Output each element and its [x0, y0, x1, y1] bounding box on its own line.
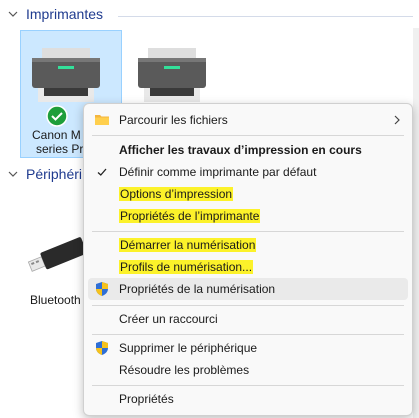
section-divider [118, 16, 413, 17]
chevron-right-icon [392, 113, 402, 127]
menu-item-label: Propriétés de la numérisation [119, 282, 276, 296]
menu-item-troubleshoot[interactable]: Résoudre les problèmes [88, 359, 408, 381]
shield-icon [94, 281, 110, 297]
device-label: Bluetooth [30, 293, 81, 307]
scroll-track[interactable] [413, 28, 419, 418]
menu-item-set-default-printer[interactable]: Définir comme imprimante par défaut [88, 161, 408, 183]
menu-separator [92, 305, 404, 306]
printer-icon[interactable] [136, 48, 208, 108]
menu-item-label: Résoudre les problèmes [119, 363, 250, 377]
menu-item-label: Définir comme imprimante par défaut [119, 165, 317, 179]
menu-item-scan-profiles[interactable]: Profils de numérisation... [88, 256, 408, 278]
menu-item-show-print-jobs[interactable]: Afficher les travaux d’impression en cou… [88, 139, 408, 161]
menu-item-label: Parcourir les fichiers [119, 113, 228, 127]
section-printers-header[interactable]: Imprimantes [0, 4, 103, 24]
menu-item-properties[interactable]: Propriétés [88, 388, 408, 410]
menu-separator [92, 135, 404, 136]
menu-item-label: Options d’impression [119, 187, 234, 201]
menu-separator [92, 231, 404, 232]
menu-item-label: Propriétés [119, 392, 174, 406]
device-label: Canon M [32, 128, 81, 142]
menu-item-label: Supprimer le périphérique [119, 341, 258, 355]
checkmark-badge-icon [46, 105, 68, 127]
chevron-down-icon[interactable] [6, 7, 20, 21]
device-label: series Pr [36, 142, 84, 156]
menu-item-label: Créer un raccourci [119, 312, 218, 326]
shield-icon [94, 340, 110, 356]
checkmark-icon [94, 164, 110, 180]
menu-item-start-scan[interactable]: Démarrer la numérisation [88, 234, 408, 256]
section-title: Imprimantes [26, 6, 104, 22]
menu-item-label: Démarrer la numérisation [119, 238, 257, 252]
menu-item-browse-files[interactable]: Parcourir les fichiers [88, 109, 408, 131]
menu-item-label: Propriétés de l’imprimante [119, 209, 261, 223]
menu-item-printer-properties[interactable]: Propriétés de l’imprimante [88, 205, 408, 227]
menu-separator [92, 334, 404, 335]
menu-item-label: Profils de numérisation... [119, 260, 254, 274]
menu-separator [92, 385, 404, 386]
folder-icon [94, 112, 110, 128]
usb-dongle-icon[interactable] [24, 236, 87, 276]
menu-item-create-shortcut[interactable]: Créer un raccourci [88, 308, 408, 330]
menu-item-remove-device[interactable]: Supprimer le périphérique [88, 337, 408, 359]
menu-item-print-options[interactable]: Options d’impression [88, 183, 408, 205]
section-title: Périphéri [26, 166, 83, 182]
chevron-down-icon[interactable] [6, 167, 20, 181]
section-devices-header[interactable]: Périphéri [0, 164, 82, 184]
context-menu: Parcourir les fichiers Afficher les trav… [83, 103, 413, 416]
menu-item-label: Afficher les travaux d’impression en cou… [119, 143, 362, 157]
printer-icon[interactable] [30, 48, 102, 108]
menu-item-scan-properties[interactable]: Propriétés de la numérisation [88, 278, 408, 300]
